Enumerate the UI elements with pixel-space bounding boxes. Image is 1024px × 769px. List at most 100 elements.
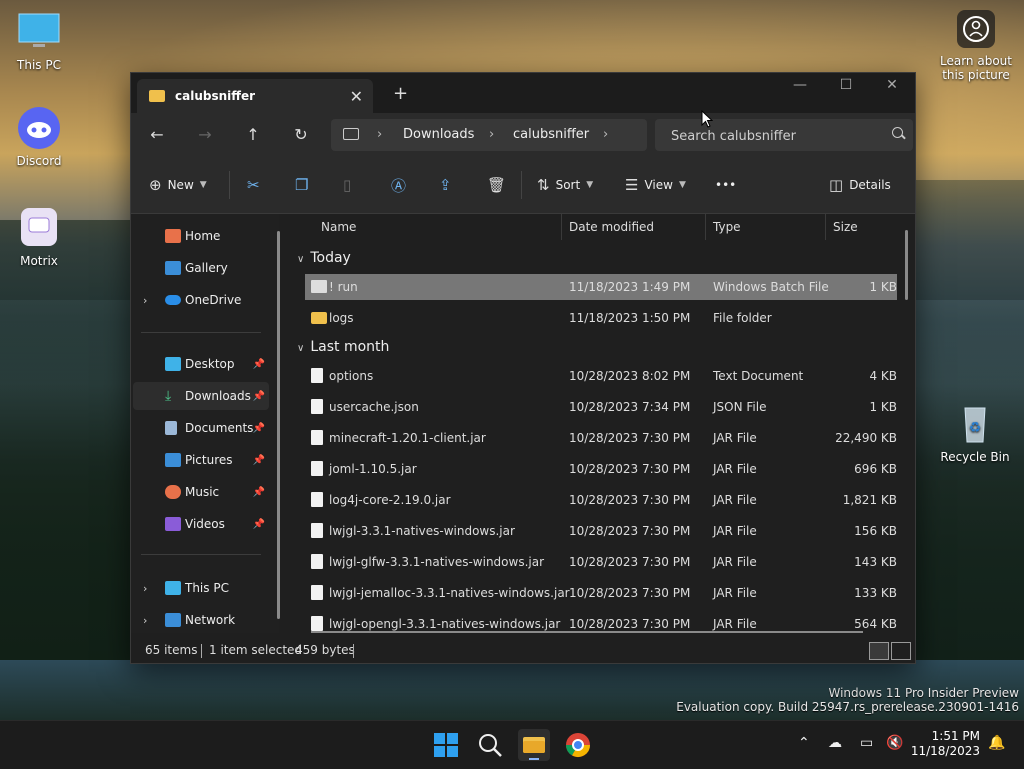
desktop-icon-motrix[interactable]: Motrix: [4, 206, 74, 268]
group-label: Today: [310, 250, 351, 266]
gallery-icon: [165, 261, 181, 275]
table-row[interactable]: usercache.json 10/28/2023 7:34 PM JSON F…: [305, 394, 897, 420]
column-header-type[interactable]: Type: [713, 214, 741, 244]
chevron-right-icon[interactable]: ›: [489, 127, 494, 142]
view-button[interactable]: ☰ View ▼: [625, 175, 686, 195]
maximize-button[interactable]: ☐: [823, 77, 869, 99]
sidebar-item-gallery[interactable]: Gallery: [133, 254, 269, 282]
column-header-date[interactable]: Date modified: [569, 214, 654, 244]
sidebar-item-pictures[interactable]: Pictures 📌: [133, 446, 269, 474]
table-row[interactable]: logs 11/18/2023 1:50 PM File folder: [305, 305, 897, 331]
clock[interactable]: 1:51 PM 11/18/2023: [911, 729, 980, 759]
desktop-icon-this-pc[interactable]: This PC: [4, 10, 74, 72]
learn-about-picture[interactable]: Learn about this picture: [936, 10, 1016, 82]
horizontal-scrollbar[interactable]: [311, 631, 863, 633]
group-header-last-month[interactable]: ∨ Last month: [297, 339, 389, 355]
table-row[interactable]: log4j-core-2.19.0.jar 10/28/2023 7:30 PM…: [305, 487, 897, 513]
sidebar-item-network[interactable]: › Network: [133, 606, 269, 634]
close-button[interactable]: ✕: [869, 77, 915, 99]
table-row[interactable]: joml-1.10.5.jar 10/28/2023 7:30 PM JAR F…: [305, 456, 897, 482]
chevron-right-icon[interactable]: ›: [143, 614, 147, 627]
tiles-view-icon[interactable]: [891, 642, 911, 660]
details-view-icon[interactable]: [869, 642, 889, 660]
cut-button[interactable]: ✂: [247, 175, 266, 195]
motrix-icon: [17, 206, 61, 250]
up-arrow-icon[interactable]: ↑: [241, 123, 265, 147]
sort-button[interactable]: ⇅ Sort ▼: [537, 175, 593, 195]
chevron-right-icon[interactable]: ›: [603, 127, 608, 142]
back-arrow-icon[interactable]: ←: [145, 123, 169, 147]
sidebar-divider: [141, 332, 261, 333]
sidebar-item-home[interactable]: Home: [133, 222, 269, 250]
pin-icon[interactable]: 📌: [253, 423, 265, 434]
mouse-cursor-icon: [701, 110, 713, 128]
desktop-icon-discord[interactable]: Discord: [4, 106, 74, 168]
new-tab-button[interactable]: +: [393, 83, 408, 104]
sidebar-item-desktop[interactable]: Desktop 📌: [133, 350, 269, 378]
pin-icon[interactable]: 📌: [253, 455, 265, 466]
copy-button[interactable]: ❐: [295, 175, 314, 195]
chevron-right-icon[interactable]: ›: [143, 582, 147, 595]
table-row[interactable]: ! run 11/18/2023 1:49 PM Windows Batch F…: [305, 274, 897, 300]
address-bar[interactable]: › Downloads › calubsniffer ›: [331, 119, 647, 151]
delete-button[interactable]: 🗑: [487, 175, 512, 195]
desktop-icon: [165, 357, 181, 371]
sidebar-item-this-pc[interactable]: › This PC: [133, 574, 269, 602]
search-box[interactable]: [655, 119, 913, 151]
sidebar-item-music[interactable]: Music 📌: [133, 478, 269, 506]
new-button[interactable]: ⊕ New ▼: [149, 175, 207, 195]
table-row[interactable]: minecraft-1.20.1-client.jar 10/28/2023 7…: [305, 425, 897, 451]
search-input[interactable]: [669, 126, 883, 146]
column-header-name[interactable]: Name: [321, 214, 356, 244]
minimize-button[interactable]: —: [777, 77, 823, 99]
sidebar-item-documents[interactable]: Documents 📌: [133, 414, 269, 442]
column-divider[interactable]: [825, 214, 826, 240]
volume-mute-icon[interactable]: 🔇: [886, 735, 903, 751]
sidebar-item-label: Pictures: [185, 453, 233, 467]
breadcrumb-calubsniffer[interactable]: calubsniffer: [513, 127, 589, 142]
chrome-taskbar-button[interactable]: [562, 729, 594, 761]
chevron-right-icon[interactable]: ›: [143, 294, 147, 307]
network-icon[interactable]: ▭: [860, 735, 873, 751]
table-row[interactable]: options 10/28/2023 8:02 PM Text Document…: [305, 363, 897, 389]
column-header-size[interactable]: Size: [833, 214, 858, 244]
pin-icon[interactable]: 📌: [253, 359, 265, 370]
file-list-scrollbar[interactable]: [905, 230, 908, 300]
notification-bell-icon[interactable]: 🔔: [988, 735, 1005, 751]
sidebar-item-videos[interactable]: Videos 📌: [133, 510, 269, 538]
column-divider[interactable]: [561, 214, 562, 240]
details-button[interactable]: ◫ Details: [829, 175, 891, 195]
tab-calubsniffer[interactable]: calubsniffer ✕: [137, 79, 373, 113]
sidebar-item-downloads[interactable]: ⤓ Downloads 📌: [133, 382, 269, 410]
group-header-today[interactable]: ∨ Today: [297, 250, 351, 266]
details-pane-icon: ◫: [829, 176, 844, 194]
desktop-icon-recycle-bin[interactable]: ♻ Recycle Bin: [940, 402, 1010, 464]
onedrive-offline-icon[interactable]: ☁: [828, 735, 842, 751]
paste-button[interactable]: ▯: [343, 175, 357, 195]
tab-title: calubsniffer: [175, 89, 256, 103]
search-button[interactable]: [474, 729, 506, 761]
rename-button[interactable]: Ⓐ: [391, 175, 412, 195]
breadcrumb-downloads[interactable]: Downloads: [403, 127, 474, 142]
chevron-up-icon[interactable]: ⌃: [798, 735, 810, 751]
file-explorer-taskbar-button[interactable]: [518, 729, 550, 761]
column-divider[interactable]: [705, 214, 706, 240]
table-row[interactable]: lwjgl-3.3.1-natives-windows.jar 10/28/20…: [305, 518, 897, 544]
videos-icon: [165, 517, 181, 531]
sidebar-scrollbar[interactable]: [277, 231, 280, 619]
table-row[interactable]: lwjgl-jemalloc-3.3.1-natives-windows.jar…: [305, 580, 897, 606]
pin-icon[interactable]: 📌: [253, 487, 265, 498]
share-button[interactable]: ⇪: [439, 175, 458, 195]
tab-close-icon[interactable]: ✕: [350, 87, 363, 106]
table-row[interactable]: lwjgl-opengl-3.3.1-natives-windows.jar 1…: [305, 611, 897, 633]
table-row[interactable]: lwjgl-glfw-3.3.1-natives-windows.jar 10/…: [305, 549, 897, 575]
sidebar-item-onedrive[interactable]: › OneDrive: [133, 286, 269, 314]
more-options-button[interactable]: •••: [715, 175, 736, 195]
start-button[interactable]: [430, 729, 462, 761]
file-size: 4 KB: [869, 369, 897, 383]
forward-arrow-icon[interactable]: →: [193, 123, 217, 147]
refresh-icon[interactable]: ↻: [289, 123, 313, 147]
pin-icon[interactable]: 📌: [253, 519, 265, 530]
pin-icon[interactable]: 📌: [253, 391, 265, 402]
chevron-right-icon[interactable]: ›: [377, 127, 382, 142]
